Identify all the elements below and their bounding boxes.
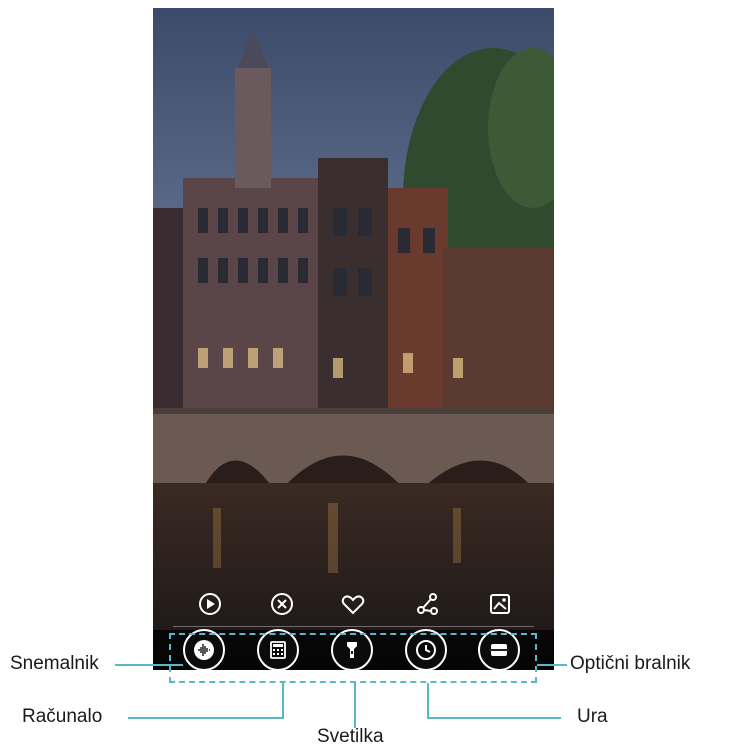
share-icon[interactable] — [413, 590, 441, 618]
callout-clock: Ura — [577, 706, 608, 727]
play-icon[interactable] — [196, 590, 224, 618]
callout-line-calculator-h — [128, 717, 284, 719]
toolbar-highlight-box — [169, 633, 537, 683]
toolbar-divider — [173, 626, 534, 627]
callout-line-clock-h — [427, 717, 561, 719]
lock-screen — [153, 8, 554, 670]
close-circle-icon[interactable] — [268, 590, 296, 618]
callout-line-clock-v — [427, 683, 429, 719]
callout-flashlight: Svetilka — [317, 726, 384, 747]
callout-line-recorder — [115, 664, 183, 666]
wallpaper-image — [153, 8, 554, 670]
photo-action-bar — [153, 586, 554, 622]
image-icon[interactable] — [486, 590, 514, 618]
callout-line-scanner — [537, 664, 567, 666]
callout-line-calculator-v — [282, 683, 284, 719]
callout-scanner: Optični bralnik — [570, 653, 691, 674]
callout-calculator: Računalo — [22, 706, 103, 727]
callout-recorder: Snemalnik — [10, 653, 99, 674]
callout-line-flashlight — [354, 683, 356, 728]
heart-icon[interactable] — [339, 590, 367, 618]
